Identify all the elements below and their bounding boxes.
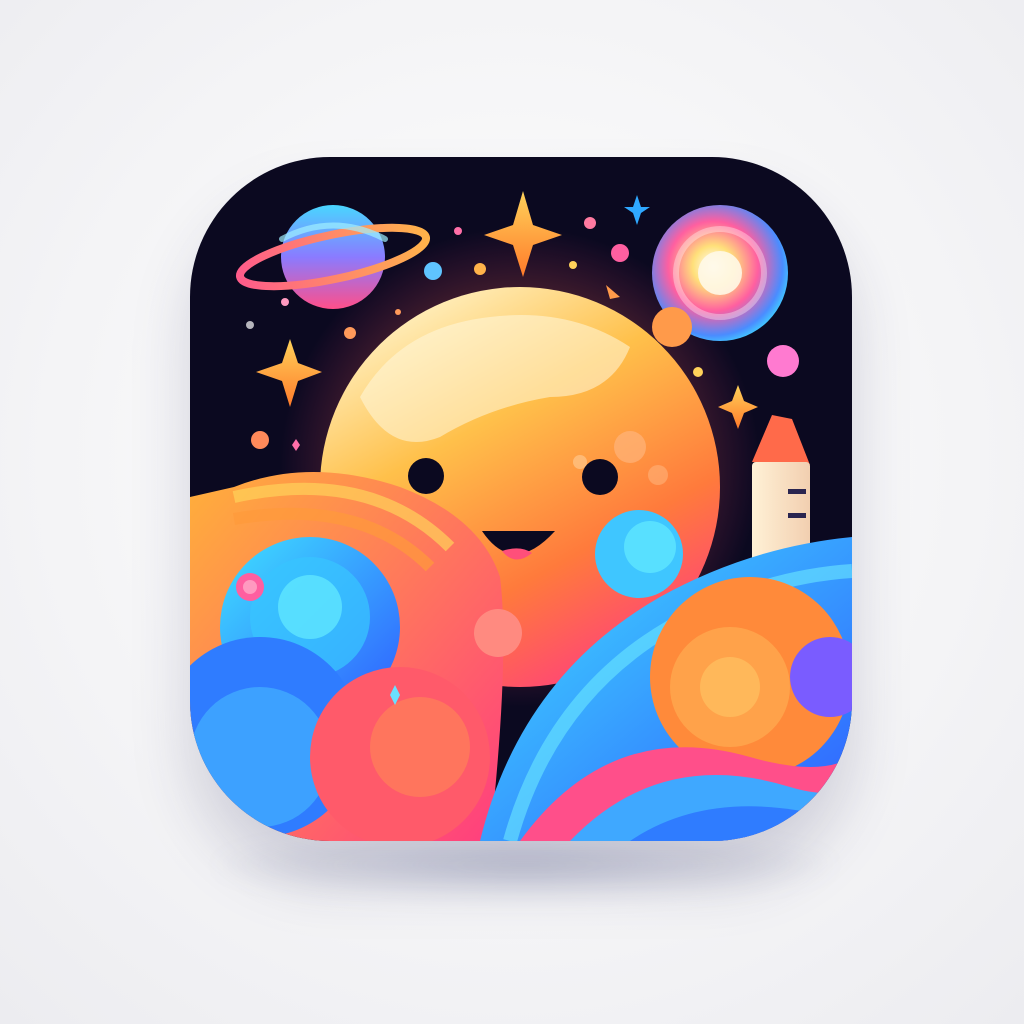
icon-canvas	[0, 0, 1024, 1024]
cloud-swirl-icon	[190, 472, 504, 841]
small-orb	[767, 345, 799, 377]
app-icon[interactable]	[190, 157, 852, 841]
space-artwork	[190, 191, 852, 841]
small-orb	[652, 307, 692, 347]
sparkle-star-icon	[624, 195, 650, 225]
bubble-orb	[624, 521, 676, 573]
bubble-orb	[474, 609, 522, 657]
